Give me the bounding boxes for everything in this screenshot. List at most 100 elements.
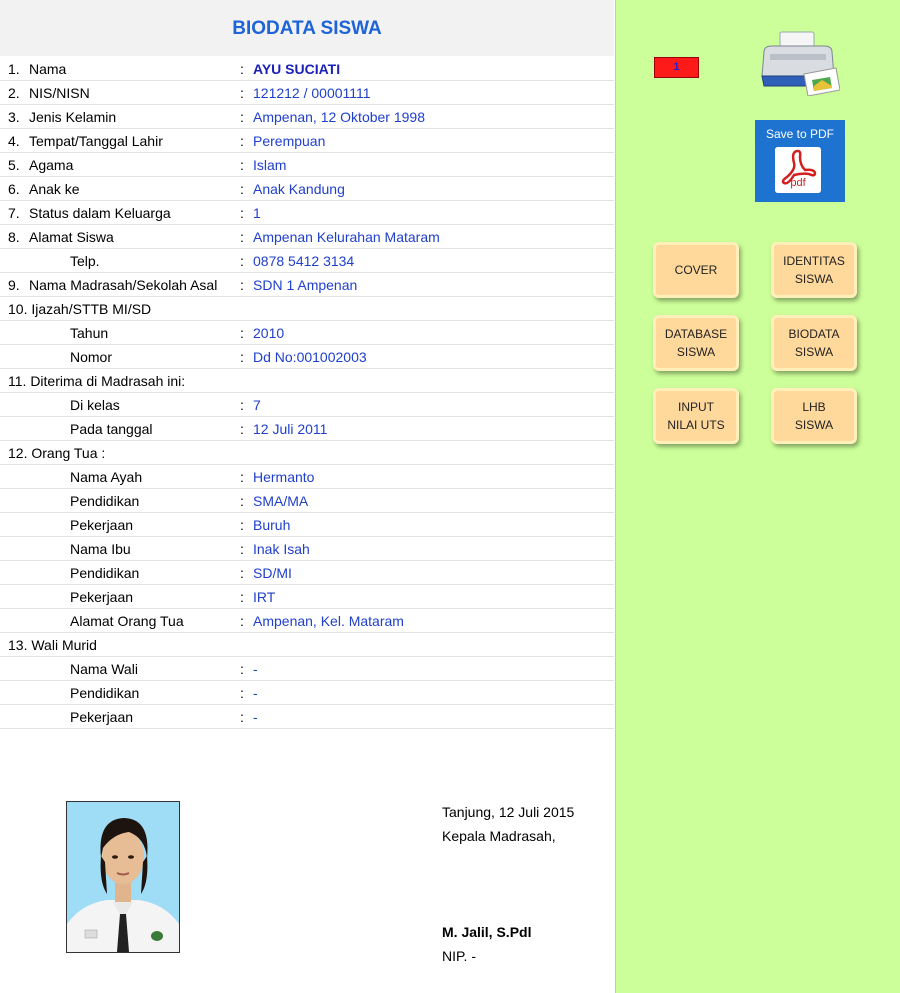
table-row: Pekerjaan: Buruh bbox=[0, 513, 614, 537]
row-colon: : bbox=[240, 229, 244, 245]
row-value: Ampenan, 12 Oktober 1998 bbox=[253, 109, 426, 125]
table-row: 7. Status dalam Keluarga:1 bbox=[0, 201, 614, 225]
table-row: Nama Ibu: Inak Isah bbox=[0, 537, 614, 561]
table-row: 5. Agama: Islam bbox=[0, 153, 614, 177]
biodata-table: 1. Nama: AYU SUCIATI 2. NIS/NISN:121212 / 00… bbox=[0, 57, 614, 729]
table-row: 11. Diterima di Madrasah ini: bbox=[0, 369, 614, 393]
row-label: Alamat Siswa bbox=[29, 229, 114, 245]
row-colon: : bbox=[240, 421, 244, 437]
row-colon: : bbox=[240, 589, 244, 605]
row-colon: : bbox=[240, 253, 244, 269]
table-row: Pekerjaan: IRT bbox=[0, 585, 614, 609]
table-row: Telp.:0878 5412 3134 bbox=[0, 249, 614, 273]
row-label: Pekerjaan bbox=[70, 589, 134, 605]
row-colon: : bbox=[240, 397, 244, 413]
table-row: 4. Tempat/Tanggal Lahir: Perempuan bbox=[0, 129, 614, 153]
biodata-siswa-button[interactable]: BIODATA SISWA bbox=[771, 315, 857, 371]
input-nilai-uts-button[interactable]: INPUT NILAI UTS bbox=[653, 388, 739, 444]
row-label: Nama Madrasah/Sekolah Asal bbox=[29, 277, 218, 293]
row-value: Buruh bbox=[253, 517, 291, 533]
signature-name: M. Jalil, S.Pdl bbox=[442, 924, 532, 940]
row-label: Telp. bbox=[70, 253, 100, 269]
biodata-sheet: BIODATA SISWA 1. Nama: AYU SUCIATI 2. NIS/NI… bbox=[0, 0, 614, 993]
row-label: Alamat Orang Tua bbox=[70, 613, 184, 629]
row-label: 12. Orang Tua : bbox=[8, 445, 106, 461]
row-colon: : bbox=[240, 181, 244, 197]
student-photo-image bbox=[67, 802, 179, 952]
row-label: 10. Ijazah/STTB MI/SD bbox=[8, 301, 152, 317]
row-colon: : bbox=[240, 61, 244, 77]
row-colon: : bbox=[240, 541, 244, 557]
row-number: 4. bbox=[8, 133, 20, 149]
table-row: 2. NIS/NISN:121212 / 00001111 bbox=[0, 81, 614, 105]
row-colon: : bbox=[240, 133, 244, 149]
row-colon: : bbox=[240, 205, 244, 221]
row-label: Tempat/Tanggal Lahir bbox=[29, 133, 163, 149]
table-row: Alamat Orang Tua: Ampenan, Kel. Mataram bbox=[0, 609, 614, 633]
row-colon: : bbox=[240, 469, 244, 485]
row-value: IRT bbox=[253, 589, 276, 605]
table-row: Di kelas:7 bbox=[0, 393, 614, 417]
row-number: 3. bbox=[8, 109, 20, 125]
signature-position: Kepala Madrasah, bbox=[442, 828, 556, 844]
row-colon: : bbox=[240, 493, 244, 509]
row-label: Anak ke bbox=[29, 181, 80, 197]
row-label: Pada tanggal bbox=[70, 421, 153, 437]
row-label: Nama Ibu bbox=[70, 541, 131, 557]
row-label: Nama Wali bbox=[70, 661, 138, 677]
row-label: Di kelas bbox=[70, 397, 120, 413]
row-colon: : bbox=[240, 349, 244, 365]
row-label: Pekerjaan bbox=[70, 709, 134, 725]
row-number: 2. bbox=[8, 85, 20, 101]
cover-button[interactable]: COVER bbox=[653, 242, 739, 298]
row-colon: : bbox=[240, 709, 244, 725]
table-row: Nama Wali: - bbox=[0, 657, 614, 681]
page-title: BIODATA SISWA bbox=[232, 18, 382, 39]
row-label: Pendidikan bbox=[70, 565, 140, 581]
row-label: Nomor bbox=[70, 349, 113, 365]
table-row: 6. Anak ke: Anak Kandung bbox=[0, 177, 614, 201]
page-indicator[interactable]: 1 bbox=[654, 57, 699, 78]
lhb-siswa-button[interactable]: LHB SISWA bbox=[771, 388, 857, 444]
row-colon: : bbox=[240, 613, 244, 629]
table-row: Pada tanggal:12 Juli 2011 bbox=[0, 417, 614, 441]
row-value: - bbox=[253, 685, 258, 701]
table-row: Pekerjaan: - bbox=[0, 705, 614, 729]
table-row: Pendidikan: SD/MI bbox=[0, 561, 614, 585]
row-value: Ampenan, Kel. Mataram bbox=[253, 613, 404, 629]
row-value: Inak Isah bbox=[253, 541, 310, 557]
row-value: 1 bbox=[253, 205, 261, 221]
table-row: 10. Ijazah/STTB MI/SD bbox=[0, 297, 614, 321]
control-panel: 1 Save to PDF pdf COVER IDENTITAS SISWA DA… bbox=[615, 0, 900, 993]
row-label: Tahun bbox=[70, 325, 109, 341]
row-colon: : bbox=[240, 157, 244, 173]
row-colon: : bbox=[240, 325, 244, 341]
row-label: Pekerjaan bbox=[70, 517, 134, 533]
table-row: Pendidikan: SMA/MA bbox=[0, 489, 614, 513]
table-row: Nama Ayah: Hermanto bbox=[0, 465, 614, 489]
row-value: Perempuan bbox=[253, 133, 326, 149]
row-number: 1. bbox=[8, 61, 20, 77]
row-colon: : bbox=[240, 685, 244, 701]
row-colon: : bbox=[240, 277, 244, 293]
row-value: AYU SUCIATI bbox=[253, 61, 341, 77]
save-pdf-button[interactable]: Save to PDF pdf bbox=[755, 120, 845, 202]
table-row: 13. Wali Murid bbox=[0, 633, 614, 657]
printer-icon[interactable] bbox=[756, 30, 841, 97]
database-siswa-button[interactable]: DATABASE SISWA bbox=[653, 315, 739, 371]
row-value: - bbox=[253, 709, 258, 725]
save-pdf-label: Save to PDF bbox=[765, 127, 835, 141]
identitas-siswa-button[interactable]: IDENTITAS SISWA bbox=[771, 242, 857, 298]
row-value: Ampenan Kelurahan Mataram bbox=[253, 229, 440, 245]
table-row: Pendidikan: - bbox=[0, 681, 614, 705]
student-photo bbox=[66, 801, 180, 953]
row-value: Anak Kandung bbox=[253, 181, 345, 197]
row-label: Jenis Kelamin bbox=[29, 109, 117, 125]
table-row: 9. Nama Madrasah/Sekolah Asal: SDN 1 Ampen… bbox=[0, 273, 614, 297]
row-value: 2010 bbox=[253, 325, 285, 341]
table-row: Nomor: Dd No:001002003 bbox=[0, 345, 614, 369]
row-value: Islam bbox=[253, 157, 287, 173]
row-label: Nama bbox=[29, 61, 67, 77]
pdf-icon-text: pdf bbox=[790, 177, 806, 189]
row-value: 0878 5412 3134 bbox=[253, 253, 355, 269]
